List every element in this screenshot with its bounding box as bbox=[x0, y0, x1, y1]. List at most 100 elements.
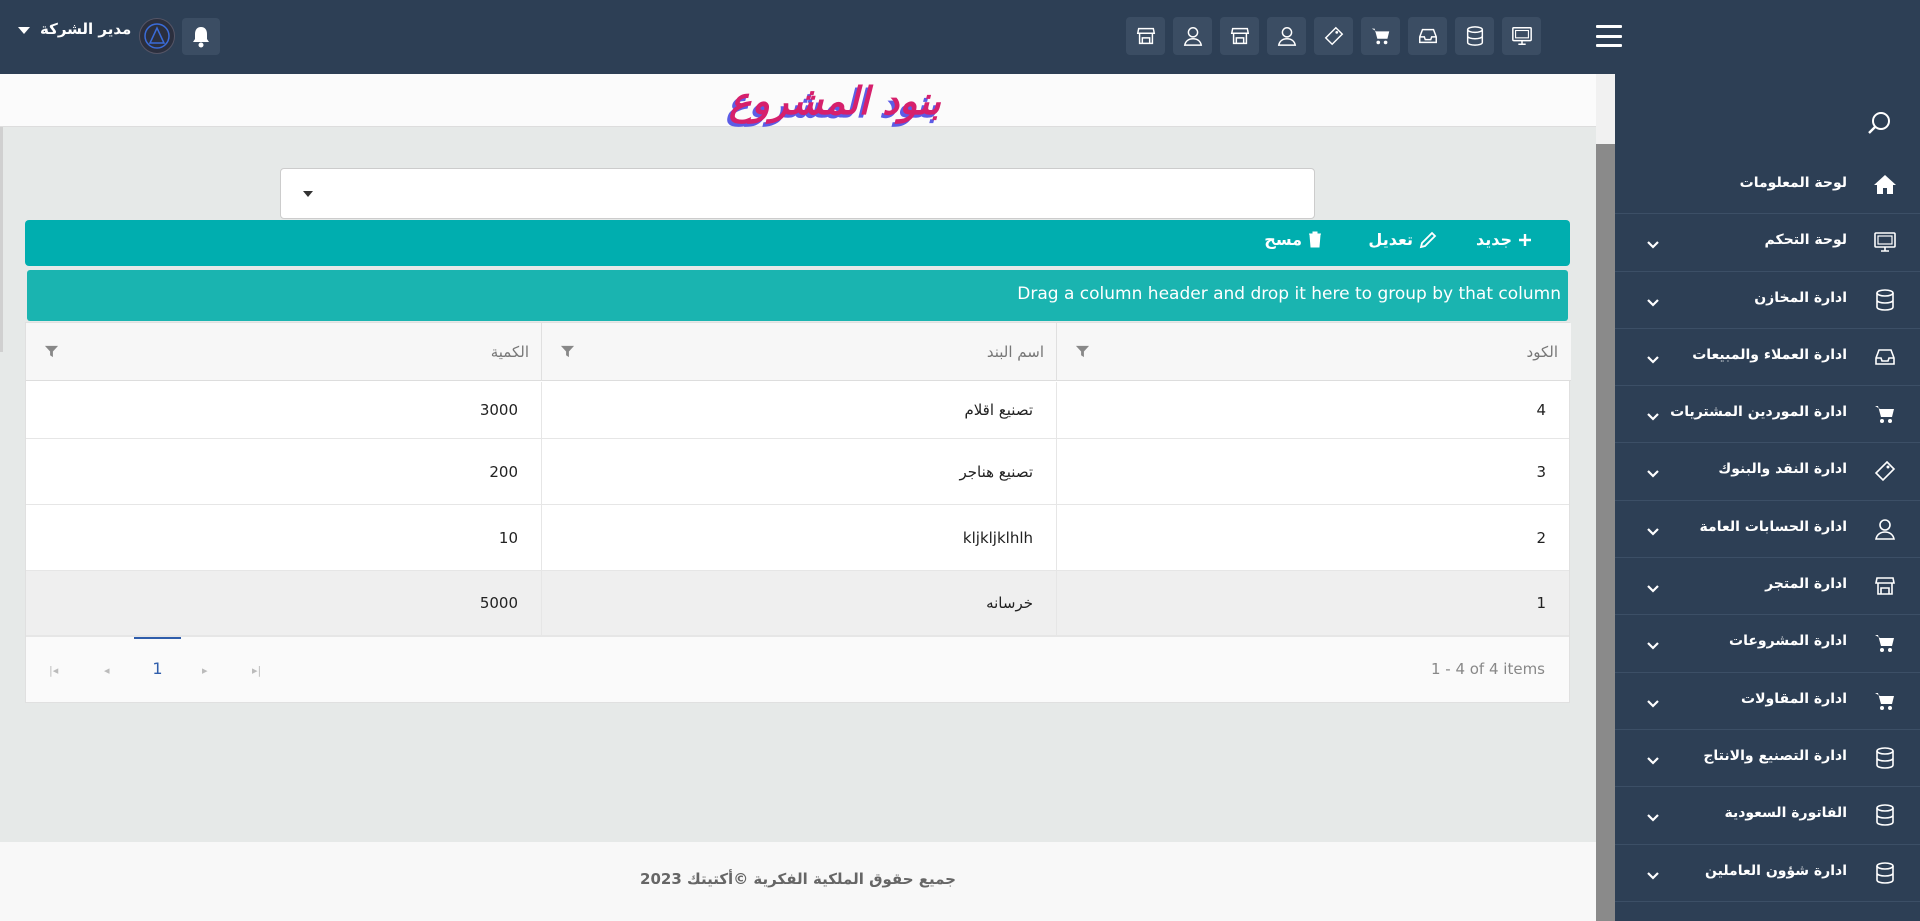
new-button[interactable]: جديد bbox=[1476, 230, 1532, 249]
sidebar-item-label: ادارة المخازن bbox=[1754, 289, 1847, 306]
column-header-label: اسم البند bbox=[986, 343, 1044, 361]
prev-page-icon[interactable]: ◂ bbox=[104, 664, 110, 677]
store-icon[interactable] bbox=[1220, 17, 1259, 55]
sidebar-item[interactable]: ادارة الموردين المشتريات bbox=[1615, 386, 1920, 444]
cell-text: 1 bbox=[1536, 594, 1546, 612]
chevron-down-icon[interactable] bbox=[1647, 406, 1659, 425]
user-name[interactable]: مدير الشركة bbox=[40, 20, 131, 38]
dropdown-caret-icon[interactable] bbox=[303, 191, 313, 197]
company-logo-icon bbox=[144, 23, 170, 49]
cell-qty: 3000 bbox=[26, 382, 541, 438]
hamburger-line bbox=[1596, 44, 1622, 47]
chevron-down-icon[interactable] bbox=[1647, 292, 1659, 311]
sidebar-item-label: ادارة المتجر bbox=[1765, 576, 1847, 593]
delete-button[interactable]: مسح bbox=[1264, 230, 1322, 249]
chevron-down-icon[interactable] bbox=[1647, 635, 1659, 654]
monitor-icon[interactable] bbox=[1502, 17, 1541, 55]
user-menu[interactable]: مدير الشركة bbox=[18, 20, 131, 38]
hamburger-line bbox=[1596, 34, 1622, 38]
ticket-icon[interactable] bbox=[1314, 17, 1353, 55]
cell-text: 5000 bbox=[479, 594, 518, 612]
sidebar-item-label: ادارة التصنيع والانتاج bbox=[1703, 747, 1847, 764]
cell-code: 4 bbox=[1056, 382, 1569, 438]
chevron-down-icon[interactable] bbox=[1647, 807, 1659, 826]
sidebar-item[interactable]: ادارة المشروعات bbox=[1615, 615, 1920, 673]
menu-toggle-button[interactable] bbox=[1596, 25, 1622, 47]
cell-text: تصنيع هناجر bbox=[959, 462, 1033, 481]
store-icon bbox=[1872, 574, 1898, 598]
table-row[interactable]: 4 تصنيع اقلام 3000 bbox=[26, 382, 1569, 439]
filter-icon[interactable] bbox=[44, 344, 59, 359]
cell-text: تصنيع اقلام bbox=[964, 401, 1033, 419]
database-icon[interactable] bbox=[1455, 17, 1494, 55]
column-header-qty[interactable]: الكمية bbox=[26, 323, 541, 381]
sidebar-item[interactable]: الفاتورة السعودية bbox=[1615, 787, 1920, 845]
sidebar-item[interactable]: ادارة النقد والبنوك bbox=[1615, 443, 1920, 501]
filter-icon[interactable] bbox=[1075, 344, 1090, 359]
caret-down-icon[interactable] bbox=[18, 27, 30, 34]
user-icon[interactable] bbox=[1173, 17, 1212, 55]
group-panel-hint: Drag a column header and drop it here to… bbox=[1017, 284, 1561, 304]
cart-icon[interactable] bbox=[1361, 17, 1400, 55]
sidebar-item[interactable]: ادارة المخازن bbox=[1615, 272, 1920, 329]
cell-text: 3 bbox=[1536, 462, 1546, 481]
sidebar-item[interactable]: ادارة العملاء والمبيعات bbox=[1615, 329, 1920, 387]
cell-name: تصنيع اقلام bbox=[541, 382, 1056, 438]
inbox-icon[interactable] bbox=[1408, 17, 1447, 55]
filter-icon[interactable] bbox=[560, 344, 575, 359]
sidebar-item[interactable]: ادارة المقاولات bbox=[1615, 673, 1920, 730]
pager-info: 1 - 4 of 4 items bbox=[1430, 660, 1545, 678]
page-scrollbar[interactable] bbox=[1596, 74, 1615, 921]
notifications-button[interactable] bbox=[182, 18, 220, 55]
store-icon[interactable] bbox=[1126, 17, 1165, 55]
sidebar-item[interactable]: ادارة المتجر bbox=[1615, 558, 1920, 616]
grid-toolbar: جديد تعديل مسح bbox=[25, 220, 1570, 266]
search-icon[interactable] bbox=[1866, 110, 1892, 136]
trash-icon bbox=[1309, 231, 1321, 248]
chevron-down-icon[interactable] bbox=[1647, 693, 1659, 712]
sidebar-item[interactable]: ادارة التصنيع والانتاج bbox=[1615, 730, 1920, 788]
table-row[interactable]: 1 خرسانه 5000 bbox=[26, 571, 1569, 636]
avatar[interactable] bbox=[139, 18, 175, 54]
sidebar-item-label: ادارة شؤون العاملين bbox=[1705, 862, 1847, 879]
column-header-label: الكمية bbox=[490, 343, 529, 361]
table-row[interactable]: 2 kljkljklhlh 10 bbox=[26, 505, 1569, 571]
new-button-label: جديد bbox=[1475, 230, 1512, 249]
edit-button[interactable]: تعديل bbox=[1368, 230, 1437, 249]
chevron-down-icon[interactable] bbox=[1647, 349, 1659, 368]
cell-text: 2 bbox=[1536, 528, 1546, 547]
sidebar-search-button[interactable] bbox=[1866, 110, 1892, 140]
items-grid: الكود اسم البند الكمية 4 تصنيع اقلام 300… bbox=[25, 322, 1571, 703]
chevron-down-icon[interactable] bbox=[1647, 234, 1659, 253]
cell-text: 4 bbox=[1536, 401, 1546, 419]
sidebar: لوحة المعلومات لوحة التحكم ادارة المخازن اد… bbox=[1615, 74, 1920, 921]
sidebar-item-label: ادارة الموردين المشتريات bbox=[1670, 404, 1847, 421]
column-header-name[interactable]: اسم البند bbox=[541, 323, 1056, 381]
cart-icon bbox=[1872, 402, 1898, 426]
chevron-down-icon[interactable] bbox=[1647, 865, 1659, 884]
cell-qty: 5000 bbox=[26, 571, 541, 635]
next-page-icon[interactable]: ▸ bbox=[202, 664, 208, 677]
table-row[interactable]: 3 تصنيع هناجر 200 bbox=[26, 439, 1569, 505]
sidebar-item[interactable]: ادارة شؤون العاملين bbox=[1615, 845, 1920, 902]
sidebar-item[interactable]: ادارة الحسابات العامة bbox=[1615, 501, 1920, 559]
chevron-down-icon[interactable] bbox=[1647, 750, 1659, 769]
sidebar-item[interactable]: لوحة المعلومات bbox=[1615, 157, 1920, 215]
chevron-down-icon[interactable] bbox=[1647, 463, 1659, 482]
sidebar-item[interactable]: لوحة التحكم bbox=[1615, 214, 1920, 272]
chevron-down-icon[interactable] bbox=[1647, 578, 1659, 597]
page-number-button[interactable]: 1 bbox=[134, 659, 181, 678]
user-icon[interactable] bbox=[1267, 17, 1306, 55]
last-page-icon[interactable]: ▸| bbox=[252, 664, 261, 677]
project-select[interactable] bbox=[280, 168, 1315, 219]
sidebar-item-label: ادارة النقد والبنوك bbox=[1718, 461, 1847, 478]
page-title-bar: بنود المشروع bbox=[0, 74, 1596, 127]
quick-access-toolbar bbox=[1126, 17, 1541, 55]
group-by-panel[interactable]: Drag a column header and drop it here to… bbox=[27, 270, 1568, 321]
scrollbar-thumb[interactable] bbox=[1596, 144, 1615, 921]
column-header-code[interactable]: الكود bbox=[1056, 323, 1570, 381]
footer: جميع حقوق الملكية الفكرية ©أكتيتك 2023 bbox=[0, 842, 1596, 921]
sidebar-item-label: ادارة المقاولات bbox=[1741, 690, 1847, 707]
first-page-icon[interactable]: |◂ bbox=[49, 664, 58, 677]
chevron-down-icon[interactable] bbox=[1647, 521, 1659, 540]
